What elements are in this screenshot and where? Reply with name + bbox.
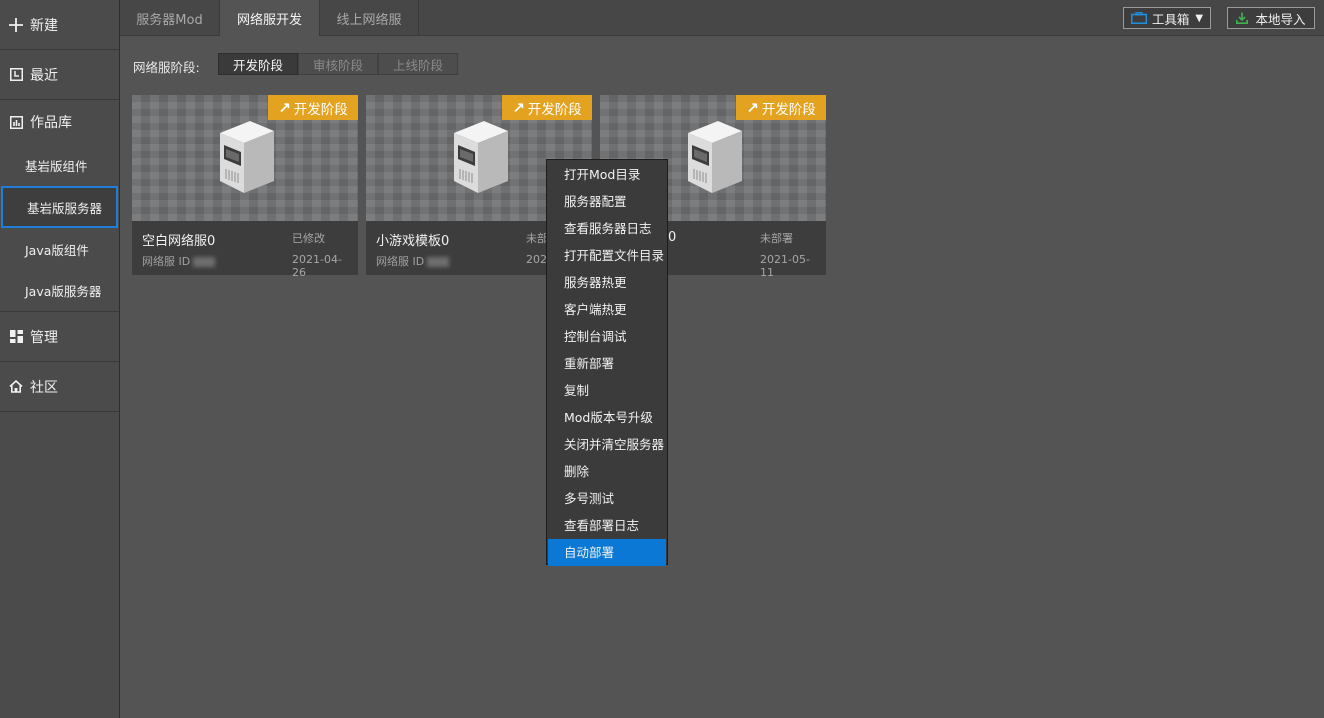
stage-badge: ↗ 开发阶段 (736, 95, 826, 120)
sidebar-recent[interactable]: 最近 (0, 50, 119, 100)
card-title: 0 (668, 230, 677, 245)
stage-badge: ↗ 开发阶段 (268, 95, 358, 120)
local-import-button[interactable]: 本地导入 (1227, 7, 1315, 29)
download-icon (1236, 12, 1249, 24)
card-status: 未部署 (760, 232, 793, 245)
menu-item-view-deploy-log[interactable]: 查看部署日志 (547, 512, 667, 539)
home-icon (8, 379, 24, 395)
sidebar-library[interactable]: 作品库 (0, 100, 119, 144)
sidebar-manage-label: 管理 (30, 329, 58, 346)
toolbox-button[interactable]: 工具箱 ▼ (1123, 7, 1211, 29)
menu-item-auto-deploy[interactable]: 自动部署 (548, 539, 666, 566)
chart-icon (8, 114, 24, 130)
card-title: 空白网络服0 (142, 234, 216, 249)
tab-online-network[interactable]: 线上网络服 (320, 0, 419, 36)
sidebar: 新建 最近 作品库 基岩版组件 基岩版服务器 Java版组件 Java版服务器 … (0, 0, 120, 718)
sidebar-library-label: 作品库 (30, 115, 72, 131)
server-icon (220, 121, 274, 193)
stage-option-label: 审核阶段 (312, 57, 363, 73)
top-tab-bar: 服务器Mod 网络服开发 线上网络服 工具箱 ▼ 本地导入 (120, 0, 1324, 36)
menu-item-redeploy[interactable]: 重新部署 (547, 350, 667, 377)
sidebar-item-label: 基岩版组件 (25, 158, 88, 174)
stage-dev-button[interactable]: 开发阶段 (218, 53, 298, 75)
stage-badge: ↗ 开发阶段 (502, 95, 592, 120)
arrow-up-right-icon: ↗ (512, 98, 525, 117)
tab-label: 服务器Mod (136, 12, 203, 28)
sidebar-item-java-servers[interactable]: Java版服务器 (0, 270, 119, 312)
sidebar-item-label: 基岩版服务器 (27, 200, 103, 216)
arrow-up-right-icon: ↗ (746, 98, 759, 117)
sidebar-item-label: Java版服务器 (25, 284, 102, 299)
menu-item-multi-account-test[interactable]: 多号测试 (547, 485, 667, 512)
sidebar-new-label: 新建 (30, 17, 58, 34)
context-menu: 打开Mod目录 服务器配置 查看服务器日志 打开配置文件目录 服务器热更 客户端… (546, 159, 668, 566)
sidebar-recent-label: 最近 (30, 67, 58, 84)
sidebar-item-java-components[interactable]: Java版组件 (0, 228, 119, 270)
stage-option-label: 上线阶段 (392, 57, 443, 73)
menu-item-close-clear-server[interactable]: 关闭并清空服务器 (547, 431, 667, 458)
tab-label: 网络服开发 (236, 12, 302, 28)
dashboard-icon (8, 329, 24, 345)
arrow-up-right-icon: ↗ (278, 98, 291, 117)
clock-icon (8, 67, 24, 83)
chevron-down-icon: ▼ (1195, 12, 1204, 24)
card-status: 已修改 (292, 232, 325, 245)
plus-icon (8, 17, 24, 33)
menu-item-open-config-dir[interactable]: 打开配置文件目录 (547, 242, 667, 269)
toolbox-label: 工具箱 (1151, 11, 1190, 27)
stage-option-label: 开发阶段 (232, 57, 283, 73)
menu-item-delete[interactable]: 删除 (547, 458, 667, 485)
menu-item-view-server-log[interactable]: 查看服务器日志 (547, 215, 667, 242)
stage-review-button[interactable]: 审核阶段 (298, 53, 378, 75)
card-date: 2021-04-26 (292, 253, 342, 279)
menu-item-mod-version-upgrade[interactable]: Mod版本号升级 (547, 404, 667, 431)
menu-item-copy[interactable]: 复制 (547, 377, 667, 404)
sidebar-item-label: Java版组件 (25, 242, 89, 258)
menu-item-server-hot-update[interactable]: 服务器热更 (547, 269, 667, 296)
local-import-label: 本地导入 (1255, 11, 1306, 27)
menu-item-server-config[interactable]: 服务器配置 (547, 188, 667, 215)
server-thumbnail: ↗ 开发阶段 (132, 95, 358, 221)
tab-network-dev[interactable]: 网络服开发 (220, 0, 320, 36)
sidebar-manage[interactable]: 管理 (0, 312, 119, 362)
server-icon (454, 121, 508, 193)
menu-item-client-hot-update[interactable]: 客户端热更 (547, 296, 667, 323)
tab-server-mod[interactable]: 服务器Mod (120, 0, 220, 36)
server-card[interactable]: ↗ 开发阶段 空白网络服0 已修改 网络服 ID 2021-04-26 (132, 95, 358, 279)
card-title: 小游戏模板0 (376, 234, 450, 249)
server-icon (688, 121, 742, 193)
sidebar-community[interactable]: 社区 (0, 362, 119, 412)
stage-label: 网络服阶段: (133, 60, 200, 75)
sidebar-item-bedrock-components[interactable]: 基岩版组件 (0, 144, 119, 186)
card-server-id: 网络服 ID (376, 253, 450, 269)
sidebar-new[interactable]: 新建 (0, 0, 119, 50)
sidebar-community-label: 社区 (30, 379, 58, 396)
menu-item-open-mod-dir[interactable]: 打开Mod目录 (547, 161, 667, 188)
menu-item-console-debug[interactable]: 控制台调试 (547, 323, 667, 350)
card-date: 2021-05-11 (760, 253, 810, 279)
card-server-id: 网络服 ID (142, 253, 216, 269)
tab-label: 线上网络服 (336, 12, 402, 28)
sidebar-item-bedrock-servers[interactable]: 基岩版服务器 (1, 186, 118, 228)
stage-online-button[interactable]: 上线阶段 (378, 53, 458, 75)
toolbox-icon (1130, 12, 1147, 24)
